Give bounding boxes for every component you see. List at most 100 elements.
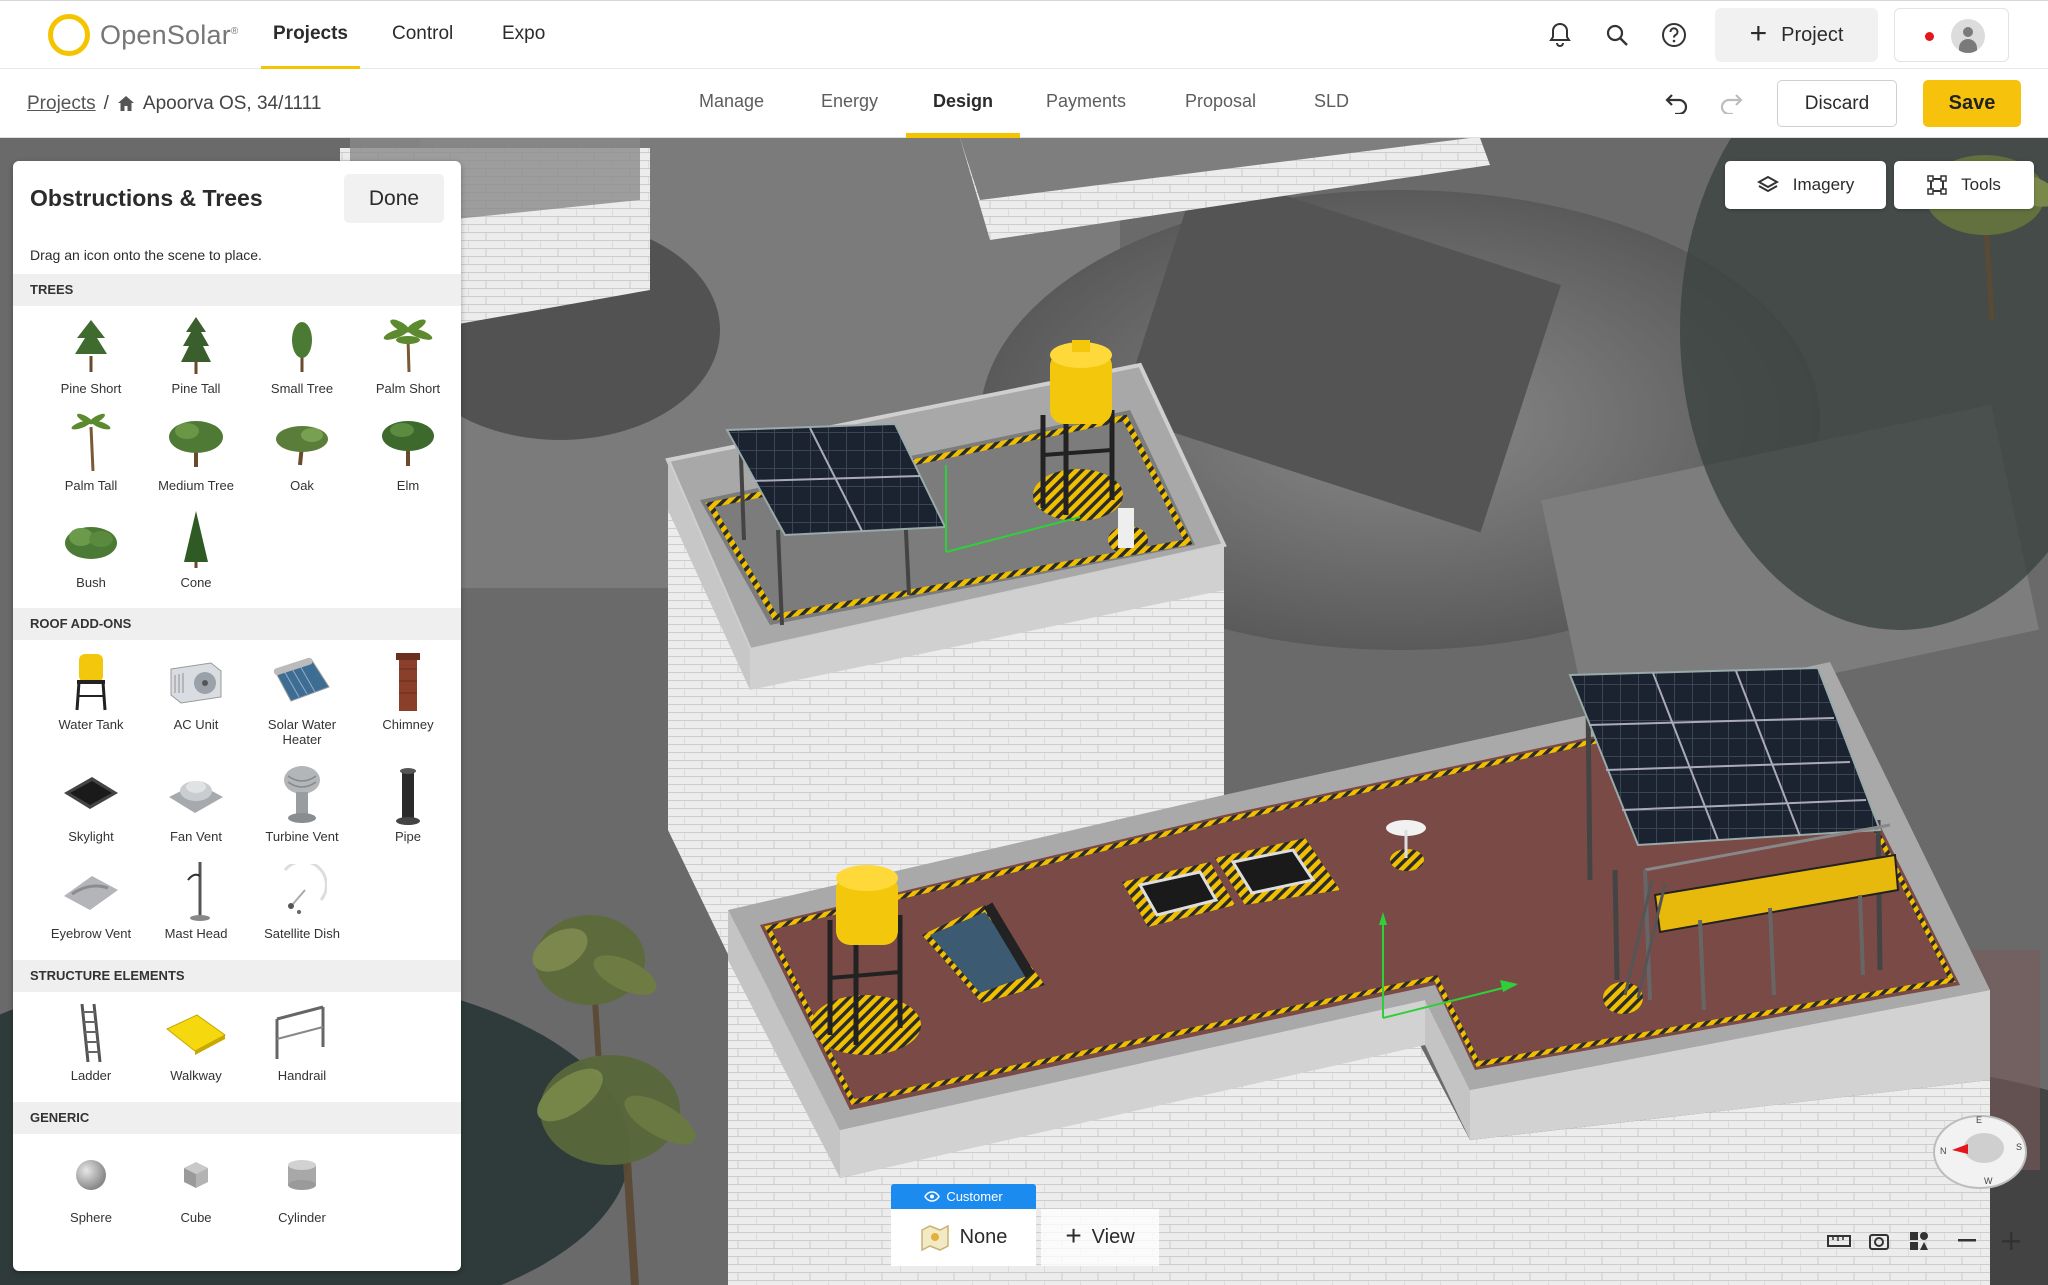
- item-label: Palm Short: [375, 381, 441, 396]
- tab-manage[interactable]: Manage: [699, 69, 764, 138]
- panel-title: Obstructions & Trees: [30, 185, 263, 211]
- tools-frame-icon: [1927, 175, 1947, 195]
- add-view-button[interactable]: + View: [1041, 1209, 1159, 1266]
- obstruction-item-pine-tall[interactable]: Pine Tall: [143, 313, 249, 396]
- item-label: Small Tree: [270, 381, 334, 396]
- discard-button[interactable]: Discard: [1777, 80, 1897, 127]
- tab-design[interactable]: Design: [905, 69, 1021, 138]
- obstruction-item-skylight[interactable]: Skylight: [38, 761, 144, 844]
- item-label: Cylinder: [278, 1210, 326, 1225]
- obstruction-item-cylinder[interactable]: Cylinder: [249, 1142, 355, 1225]
- item-label: Medium Tree: [158, 478, 234, 493]
- current-view-label: None: [959, 1226, 1008, 1248]
- imagery-button[interactable]: Imagery: [1725, 161, 1886, 209]
- section-header-structure-elements: STRUCTURE ELEMENTS: [13, 960, 461, 992]
- tab-sld[interactable]: SLD: [1314, 69, 1349, 138]
- shapes-icon[interactable]: [1906, 1228, 1932, 1254]
- compass-letter-e: E: [1976, 1115, 1982, 1125]
- opensolar-logo[interactable]: OpenSolar®: [48, 14, 238, 56]
- obstruction-item-bush[interactable]: Bush: [38, 507, 144, 590]
- user-menu[interactable]: [1894, 8, 2009, 62]
- imagery-label: Imagery: [1792, 175, 1855, 194]
- nav-tab-control[interactable]: Control: [392, 1, 453, 70]
- breadcrumb-separator: /: [103, 92, 109, 114]
- obstruction-item-turbine-vent[interactable]: Turbine Vent: [249, 761, 355, 844]
- zoom-in-icon[interactable]: [1998, 1228, 2024, 1254]
- compass-icon[interactable]: N E S W: [1932, 1108, 2028, 1190]
- item-label: Pine Short: [60, 381, 122, 396]
- obstruction-item-palm-short[interactable]: Palm Short: [355, 313, 461, 396]
- tools-button[interactable]: Tools: [1894, 161, 2034, 209]
- customer-badge: Customer: [891, 1184, 1036, 1209]
- section-header-trees: TREES: [13, 274, 461, 306]
- redo-icon[interactable]: [1715, 86, 1747, 120]
- item-label: Ladder: [70, 1068, 112, 1083]
- obstruction-item-pipe[interactable]: Pipe: [355, 761, 461, 844]
- plus-icon: +: [1749, 16, 1768, 50]
- view-none-button[interactable]: None: [891, 1209, 1036, 1266]
- obstruction-item-satellite-dish[interactable]: Satellite Dish: [249, 858, 355, 941]
- item-label: Cone: [180, 575, 212, 590]
- obstruction-item-cube[interactable]: Cube: [143, 1142, 249, 1225]
- item-label: Cube: [180, 1210, 212, 1225]
- turbine-vent-icon: [266, 761, 338, 827]
- eye-icon: [924, 1191, 941, 1202]
- tab-energy[interactable]: Energy: [821, 69, 878, 138]
- nav-tab-expo[interactable]: Expo: [502, 1, 545, 70]
- obstruction-item-elm[interactable]: Elm: [355, 410, 461, 493]
- breadcrumb-projects-link[interactable]: Projects: [27, 93, 96, 115]
- item-label: Chimney: [382, 717, 434, 732]
- handrail-icon: [266, 1000, 338, 1066]
- tab-proposal[interactable]: Proposal: [1185, 69, 1256, 138]
- obstruction-item-eyebrow-vent[interactable]: Eyebrow Vent: [38, 858, 144, 941]
- search-icon[interactable]: [1600, 18, 1634, 52]
- cube-icon: [160, 1142, 232, 1208]
- zoom-out-icon[interactable]: [1954, 1228, 1980, 1254]
- obstruction-item-ladder[interactable]: Ladder: [38, 1000, 144, 1083]
- obstruction-item-sphere[interactable]: Sphere: [38, 1142, 144, 1225]
- tab-payments[interactable]: Payments: [1046, 69, 1126, 138]
- obstruction-item-water-tank[interactable]: Water Tank: [38, 649, 144, 732]
- view-selector: Customer None + View: [891, 1184, 1159, 1266]
- eyebrow-vent-icon: [55, 858, 127, 924]
- item-label: Oak: [290, 478, 314, 493]
- camera-icon[interactable]: [1866, 1228, 1892, 1254]
- item-label: Walkway: [170, 1068, 222, 1083]
- obstruction-item-oak[interactable]: Oak: [249, 410, 355, 493]
- top-navigation-bar: OpenSolar® Projects Control Expo + Proje…: [0, 0, 2048, 70]
- obstruction-item-ac-unit[interactable]: AC Unit: [143, 649, 249, 732]
- obstruction-item-palm-tall[interactable]: Palm Tall: [38, 410, 144, 493]
- home-icon: [117, 96, 134, 111]
- notifications-bell-icon[interactable]: [1543, 18, 1577, 52]
- undo-icon[interactable]: [1661, 86, 1693, 120]
- save-button[interactable]: Save: [1923, 80, 2021, 127]
- obstruction-item-chimney[interactable]: Chimney: [355, 649, 461, 732]
- cone-tree-icon: [160, 507, 232, 573]
- obstruction-item-fan-vent[interactable]: Fan Vent: [143, 761, 249, 844]
- done-button[interactable]: Done: [344, 174, 444, 223]
- skylight-icon: [55, 761, 127, 827]
- obstruction-item-solar-water-heater[interactable]: Solar Water Heater: [249, 649, 355, 747]
- obstruction-item-medium-tree[interactable]: Medium Tree: [143, 410, 249, 493]
- obstruction-item-walkway[interactable]: Walkway: [143, 1000, 249, 1083]
- item-label: Satellite Dish: [264, 926, 340, 941]
- water-tank-icon: [55, 649, 127, 715]
- pine-short-icon: [55, 313, 127, 379]
- walkway-icon: [160, 1000, 232, 1066]
- item-label: Palm Tall: [64, 478, 118, 493]
- obstruction-item-pine-short[interactable]: Pine Short: [38, 313, 144, 396]
- obstruction-item-mast-head[interactable]: Mast Head: [143, 858, 249, 941]
- breadcrumb-project-name: Apoorva OS, 34/1111: [142, 92, 322, 114]
- obstruction-item-cone[interactable]: Cone: [143, 507, 249, 590]
- mast-head-icon: [160, 858, 232, 924]
- help-icon[interactable]: [1657, 18, 1691, 52]
- breadcrumb: Projects / Apoorva OS, 34/1111: [27, 69, 321, 138]
- item-label: AC Unit: [173, 717, 219, 732]
- obstruction-item-small-tree[interactable]: Small Tree: [249, 313, 355, 396]
- nav-tab-projects[interactable]: Projects: [261, 1, 360, 70]
- new-project-button[interactable]: + Project: [1715, 8, 1878, 62]
- obstruction-item-handrail[interactable]: Handrail: [249, 1000, 355, 1083]
- bush-icon: [55, 507, 127, 573]
- ruler-icon[interactable]: [1826, 1228, 1852, 1254]
- compass-letter-s: S: [2016, 1142, 2022, 1152]
